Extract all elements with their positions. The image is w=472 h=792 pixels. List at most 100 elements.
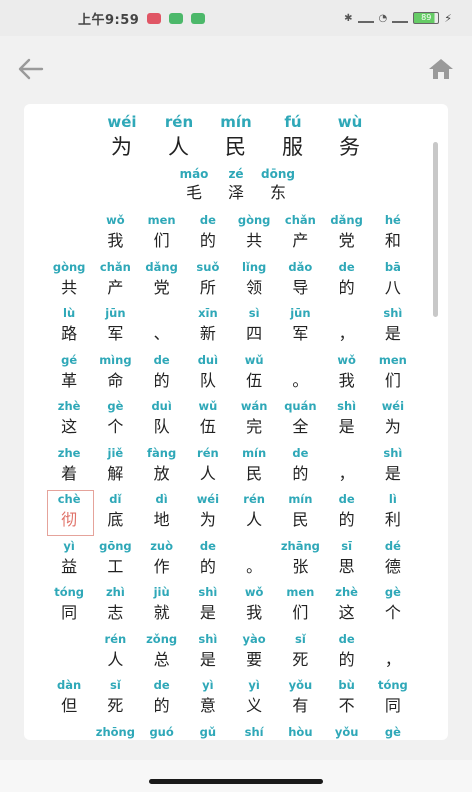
char-cell[interactable]: de 的 bbox=[139, 676, 185, 723]
char-cell[interactable]: hòu bbox=[277, 723, 323, 741]
char-cell[interactable]: jiě 解 bbox=[92, 444, 138, 491]
char-cell[interactable]: wǔ 伍 bbox=[185, 397, 231, 444]
char-cell[interactable]: rén 人 bbox=[185, 444, 231, 491]
char-cell[interactable]: gé 革 bbox=[46, 351, 92, 398]
char-cell[interactable]: de 的 bbox=[185, 211, 231, 258]
char-cell[interactable]: quán 全 bbox=[277, 397, 323, 444]
char-cell[interactable]: zhe 着 bbox=[46, 444, 92, 491]
title-char[interactable]: mín 民 bbox=[208, 112, 265, 162]
char-cell[interactable]: de 的 bbox=[324, 490, 370, 537]
char-cell[interactable]: men 们 bbox=[139, 211, 185, 258]
char-cell[interactable]: bā 八 bbox=[370, 258, 416, 305]
char-cell[interactable]: de 的 bbox=[139, 351, 185, 398]
char-cell[interactable]: wéi 为 bbox=[185, 490, 231, 537]
char-cell[interactable]: gòng 共 bbox=[231, 211, 277, 258]
char-cell[interactable]: xīn 新 bbox=[185, 304, 231, 351]
char-cell[interactable]: dé 德 bbox=[370, 537, 416, 584]
char-cell[interactable]: ， bbox=[324, 444, 370, 491]
char-cell[interactable]: men 们 bbox=[370, 351, 416, 398]
char-cell[interactable]: chǎn 产 bbox=[277, 211, 323, 258]
char-cell[interactable] bbox=[46, 211, 92, 258]
char-cell[interactable]: dì 地 bbox=[139, 490, 185, 537]
char-cell[interactable]: wéi 为 bbox=[370, 397, 416, 444]
char-cell[interactable]: zhè 这 bbox=[46, 397, 92, 444]
back-button[interactable] bbox=[16, 54, 46, 84]
char-cell[interactable]: yǒu 有 bbox=[277, 676, 323, 723]
char-cell[interactable]: lǐng 领 bbox=[231, 258, 277, 305]
char-cell[interactable]: wǒ 我 bbox=[92, 211, 138, 258]
author-char[interactable]: dōng 东 bbox=[257, 166, 299, 204]
char-cell[interactable]: 、 bbox=[139, 304, 185, 351]
char-cell[interactable]: dǎng 党 bbox=[139, 258, 185, 305]
char-cell[interactable]: gè bbox=[370, 723, 416, 741]
title-char[interactable]: fú 服 bbox=[265, 112, 322, 162]
author-char[interactable]: máo 毛 bbox=[173, 166, 215, 204]
char-cell[interactable]: zhāng 张 bbox=[277, 537, 323, 584]
char-cell[interactable]: sī 思 bbox=[324, 537, 370, 584]
char-cell[interactable]: jūn 军 bbox=[92, 304, 138, 351]
char-cell[interactable]: jiù 就 bbox=[139, 583, 185, 630]
char-cell[interactable]: yǒu bbox=[324, 723, 370, 741]
char-cell[interactable]: zhè 这 bbox=[324, 583, 370, 630]
char-cell[interactable]: wán 完 bbox=[231, 397, 277, 444]
char-cell[interactable]: tóng 同 bbox=[370, 676, 416, 723]
char-cell[interactable]: yì 益 bbox=[46, 537, 92, 584]
char-cell[interactable]: zhōng bbox=[92, 723, 138, 741]
char-cell[interactable]: wǒ 我 bbox=[231, 583, 277, 630]
char-cell[interactable]: shì 是 bbox=[324, 397, 370, 444]
char-cell[interactable]: yào 要 bbox=[231, 630, 277, 677]
char-cell[interactable]: zuò 作 bbox=[139, 537, 185, 584]
char-cell[interactable]: chǎn 产 bbox=[92, 258, 138, 305]
char-cell[interactable]: dàn 但 bbox=[46, 676, 92, 723]
char-cell[interactable]: sì 四 bbox=[231, 304, 277, 351]
char-cell[interactable]: gè 个 bbox=[370, 583, 416, 630]
char-cell[interactable]: ， bbox=[370, 630, 416, 677]
char-cell[interactable]: dǐ 底 bbox=[92, 490, 138, 537]
title-char[interactable]: wéi 为 bbox=[94, 112, 151, 162]
char-cell[interactable]: zǒng 总 bbox=[139, 630, 185, 677]
selected-char-cell[interactable]: chè 彻 bbox=[46, 490, 94, 537]
char-cell[interactable]: gòng 共 bbox=[46, 258, 92, 305]
char-cell[interactable]: ， bbox=[324, 304, 370, 351]
char-cell[interactable] bbox=[46, 723, 92, 741]
char-cell[interactable]: bù 不 bbox=[324, 676, 370, 723]
char-cell[interactable]: shì 是 bbox=[185, 583, 231, 630]
char-cell[interactable]: mìng 命 bbox=[92, 351, 138, 398]
char-cell[interactable]: lì 利 bbox=[370, 490, 416, 537]
char-cell[interactable]: gǔ bbox=[185, 723, 231, 741]
char-cell[interactable]: hé 和 bbox=[370, 211, 416, 258]
char-cell[interactable]: duì 队 bbox=[185, 351, 231, 398]
char-cell[interactable]: dǎo 导 bbox=[277, 258, 323, 305]
title-char[interactable]: rén 人 bbox=[151, 112, 208, 162]
char-cell[interactable]: sǐ 死 bbox=[277, 630, 323, 677]
char-cell[interactable]: suǒ 所 bbox=[185, 258, 231, 305]
char-cell[interactable]: duì 队 bbox=[139, 397, 185, 444]
char-cell[interactable]: gè 个 bbox=[92, 397, 138, 444]
char-cell[interactable]: lù 路 bbox=[46, 304, 92, 351]
char-cell[interactable] bbox=[46, 630, 92, 677]
char-cell[interactable]: rén 人 bbox=[231, 490, 277, 537]
char-cell[interactable]: de 的 bbox=[185, 537, 231, 584]
char-cell[interactable]: wǔ 伍 bbox=[231, 351, 277, 398]
char-cell[interactable]: yì 意 bbox=[185, 676, 231, 723]
char-cell[interactable]: dǎng 党 bbox=[324, 211, 370, 258]
char-cell[interactable]: de 的 bbox=[324, 258, 370, 305]
char-cell[interactable]: shì 是 bbox=[370, 304, 416, 351]
author-char[interactable]: zé 泽 bbox=[215, 166, 257, 204]
char-cell[interactable]: de 的 bbox=[277, 444, 323, 491]
title-char[interactable]: wù 务 bbox=[322, 112, 379, 162]
char-cell[interactable]: mín 民 bbox=[277, 490, 323, 537]
char-cell[interactable]: de 的 bbox=[324, 630, 370, 677]
char-cell[interactable]: fàng 放 bbox=[139, 444, 185, 491]
char-cell[interactable]: zhì 志 bbox=[92, 583, 138, 630]
char-cell[interactable]: jūn 军 bbox=[277, 304, 323, 351]
char-cell[interactable]: 。 bbox=[231, 537, 277, 584]
char-cell[interactable]: shí bbox=[231, 723, 277, 741]
char-cell[interactable]: rén 人 bbox=[92, 630, 138, 677]
char-cell[interactable]: sǐ 死 bbox=[92, 676, 138, 723]
char-cell[interactable]: shì 是 bbox=[185, 630, 231, 677]
char-cell[interactable]: mín 民 bbox=[231, 444, 277, 491]
char-cell[interactable]: tóng 同 bbox=[46, 583, 92, 630]
char-cell[interactable]: shì 是 bbox=[370, 444, 416, 491]
char-cell[interactable]: yì 义 bbox=[231, 676, 277, 723]
